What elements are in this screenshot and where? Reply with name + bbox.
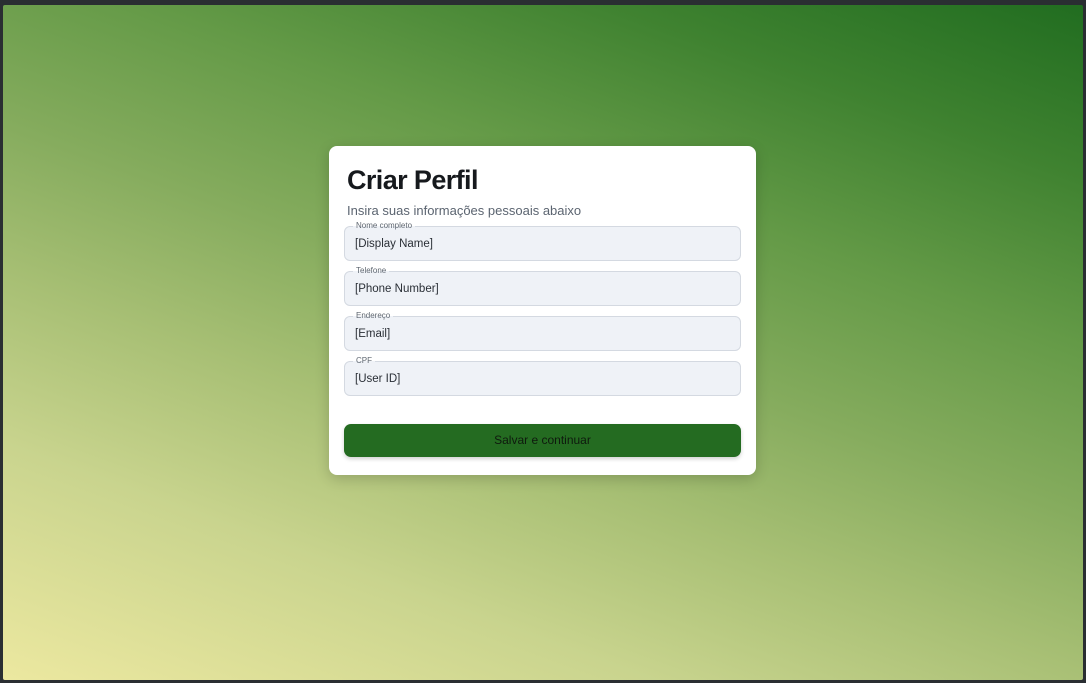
full-name-field[interactable]: Nome completo bbox=[344, 220, 741, 261]
cpf-field[interactable]: CPF bbox=[344, 355, 741, 396]
address-field[interactable]: Endereço bbox=[344, 310, 741, 351]
window-frame: Criar Perfil Insira suas informações pes… bbox=[0, 0, 1086, 683]
page-title: Criar Perfil bbox=[347, 165, 478, 195]
phone-input[interactable] bbox=[355, 272, 730, 305]
profile-form-card: Criar Perfil Insira suas informações pes… bbox=[329, 146, 756, 475]
full-name-input[interactable] bbox=[355, 227, 730, 260]
phone-field[interactable]: Telefone bbox=[344, 265, 741, 306]
page-background: Criar Perfil Insira suas informações pes… bbox=[3, 5, 1083, 680]
save-and-continue-button[interactable]: Salvar e continuar bbox=[344, 424, 741, 457]
page-subtitle: Insira suas informações pessoais abaixo bbox=[347, 203, 582, 218]
cpf-input[interactable] bbox=[355, 362, 730, 395]
address-input[interactable] bbox=[355, 317, 730, 350]
